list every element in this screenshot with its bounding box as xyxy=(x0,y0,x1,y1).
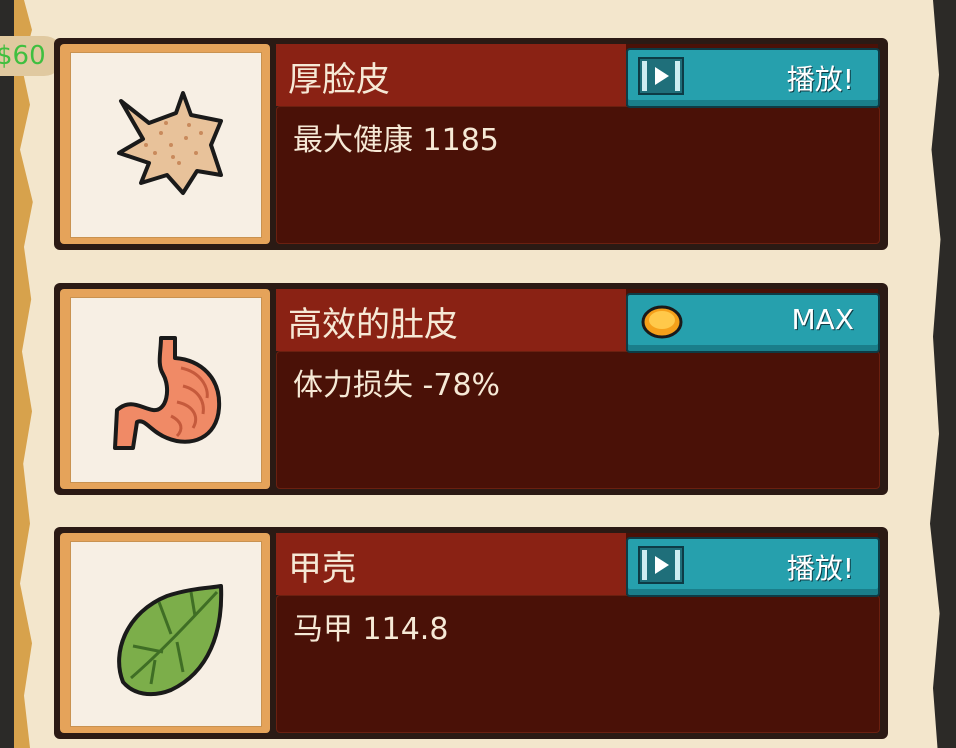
upgrade-title-bar: 高效的肚皮 xyxy=(276,289,626,351)
upgrade-stat: 体力损失 -78% xyxy=(293,368,501,403)
shell-icon xyxy=(70,541,262,727)
upgrade-icon-frame xyxy=(60,44,270,244)
video-icon xyxy=(638,546,684,584)
upgrade-name: 高效的肚皮 xyxy=(288,305,458,345)
play-button-label: 播放! xyxy=(786,63,854,96)
upgrade-card: 厚脸皮 最大健康 1185 播放! xyxy=(54,38,888,250)
upgrade-stat: 马甲 114.8 xyxy=(293,612,449,647)
upgrade-icon-frame xyxy=(60,289,270,489)
upgrade-card: 高效的肚皮 体力损失 -78% MAX xyxy=(54,283,888,495)
skin-icon xyxy=(70,52,262,238)
upgrade-title-bar: 厚脸皮 xyxy=(276,44,626,106)
play-button-label: 播放! xyxy=(786,552,854,585)
coin-icon xyxy=(641,305,683,339)
upgrade-icon-frame xyxy=(60,533,270,733)
upgrade-title-bar: 甲壳 xyxy=(276,533,626,595)
upgrade-name: 厚脸皮 xyxy=(288,60,390,100)
upgrade-body: 体力损失 -78% xyxy=(276,351,880,489)
play-button[interactable]: 播放! xyxy=(626,48,880,108)
upgrade-body: 马甲 114.8 xyxy=(276,595,880,733)
max-button-label: MAX xyxy=(791,303,855,336)
upgrade-body: 最大健康 1185 xyxy=(276,106,880,244)
play-button[interactable]: 播放! xyxy=(626,537,880,597)
upgrade-stat: 最大健康 1185 xyxy=(293,123,499,158)
upgrade-name: 甲壳 xyxy=(288,549,356,589)
left-frame xyxy=(0,0,33,748)
video-icon xyxy=(638,57,684,95)
stomach-icon xyxy=(70,297,262,483)
upgrade-card: 甲壳 马甲 114.8 播放! xyxy=(54,527,888,739)
max-button[interactable]: MAX xyxy=(626,293,880,353)
